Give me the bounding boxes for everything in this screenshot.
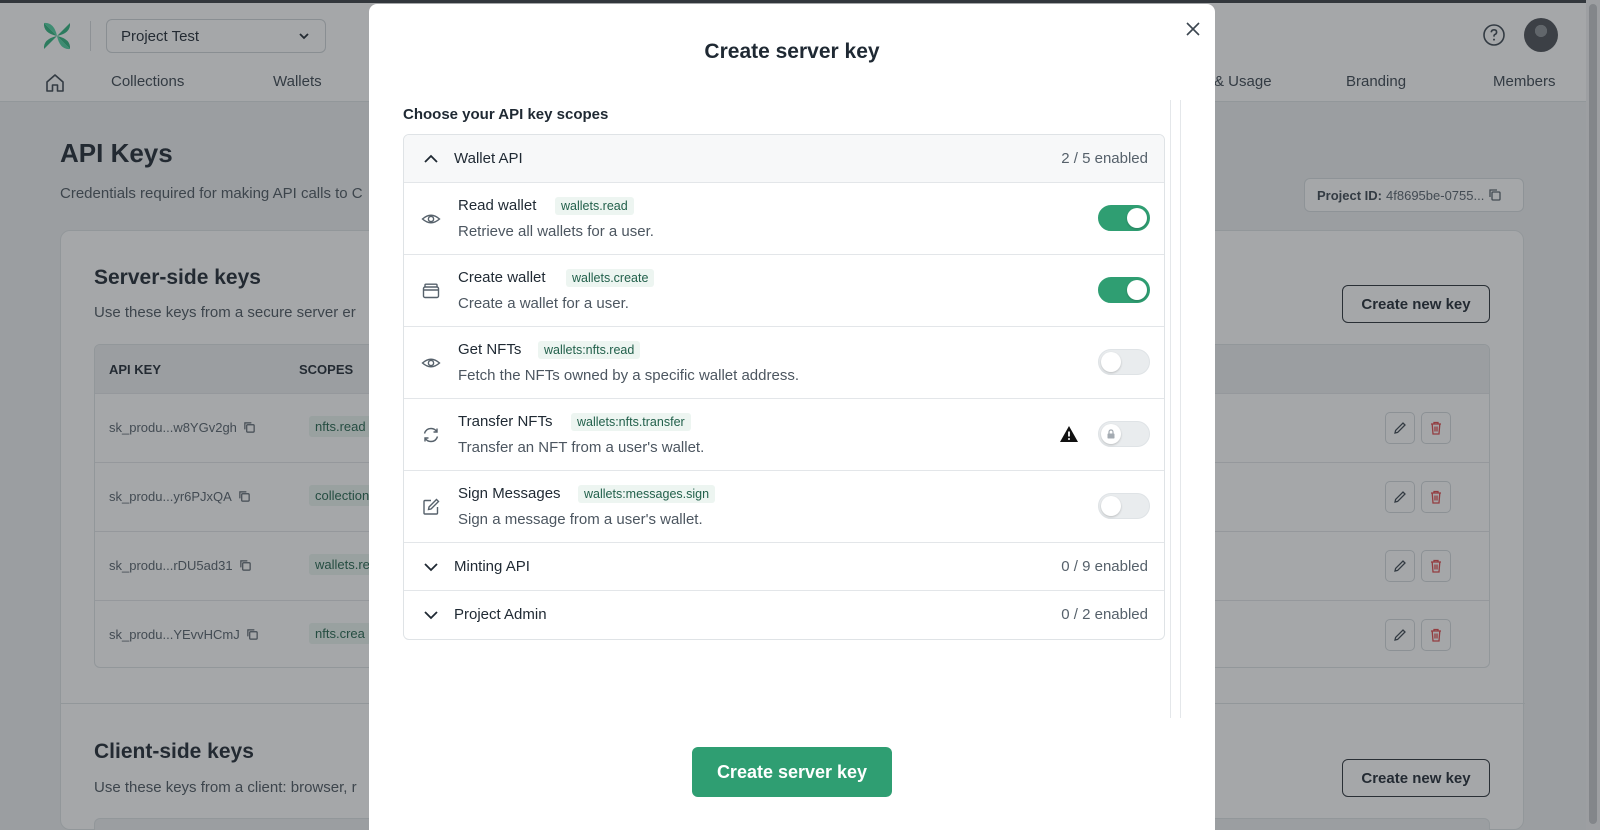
chevron-up-icon	[424, 154, 438, 163]
scope-code: wallets:nfts.read	[538, 341, 641, 359]
scopes-accordion: Wallet API 2 / 5 enabled Read wallet wal…	[403, 134, 1165, 640]
group-enabled-count: 0 / 2 enabled	[1061, 606, 1148, 623]
close-dialog-button[interactable]	[1182, 18, 1204, 40]
scope-toggle[interactable]	[1098, 349, 1150, 375]
toggle-knob	[1127, 280, 1147, 300]
create-server-key-dialog: Create server key Choose your API key sc…	[369, 4, 1215, 830]
scope-toggle[interactable]	[1098, 493, 1150, 519]
scope-description: Transfer an NFT from a user's wallet.	[458, 439, 705, 456]
toggle-knob	[1101, 352, 1121, 372]
refresh-icon	[423, 427, 439, 443]
scope-description: Retrieve all wallets for a user.	[458, 223, 654, 240]
toggle-knob	[1101, 496, 1121, 516]
accordion-project-admin[interactable]: Project Admin 0 / 2 enabled	[404, 591, 1164, 639]
scope-code: wallets:nfts.transfer	[571, 413, 691, 431]
scope-name: Read wallet	[458, 197, 537, 214]
scope-row-sign-messages: Sign Messages wallets:messages.sign Sign…	[404, 471, 1164, 543]
accordion-wallet-api[interactable]: Wallet API 2 / 5 enabled	[404, 135, 1164, 183]
scope-description: Fetch the NFTs owned by a specific walle…	[458, 367, 799, 384]
chevron-down-icon	[424, 563, 438, 572]
toggle-knob	[1101, 424, 1121, 444]
scope-code: wallets.create	[566, 269, 655, 287]
group-name: Minting API	[454, 558, 530, 575]
pen-icon	[423, 498, 440, 515]
scope-row-read-wallet: Read wallet wallets.read Retrieve all wa…	[404, 183, 1164, 255]
scope-description: Sign a message from a user's wallet.	[458, 511, 703, 528]
scope-row-transfer-nfts: Transfer NFTs wallets:nfts.transfer Tran…	[404, 399, 1164, 471]
group-name: Wallet API	[454, 150, 523, 167]
scope-code: wallets:messages.sign	[578, 485, 716, 503]
scope-name: Create wallet	[458, 269, 546, 286]
scopes-heading: Choose your API key scopes	[403, 106, 609, 123]
scope-code: wallets.read	[555, 197, 634, 215]
scope-name: Get NFTs	[458, 341, 522, 358]
dialog-title: Create server key	[704, 40, 880, 63]
close-icon	[1186, 22, 1200, 36]
scope-toggle-locked[interactable]	[1098, 421, 1150, 447]
chevron-down-icon	[424, 611, 438, 620]
scope-toggle[interactable]	[1098, 277, 1150, 303]
eye-icon	[421, 358, 441, 368]
lock-icon	[1107, 429, 1115, 439]
toggle-knob	[1127, 208, 1147, 228]
scope-name: Sign Messages	[458, 485, 561, 502]
scopes-panel: Choose your API key scopes Wallet API 2 …	[403, 100, 1181, 718]
warning-icon[interactable]	[1059, 424, 1079, 444]
group-name: Project Admin	[454, 606, 547, 623]
group-enabled-count: 2 / 5 enabled	[1061, 150, 1148, 167]
eye-icon	[421, 214, 441, 224]
scope-name: Transfer NFTs	[458, 413, 553, 430]
scope-toggle[interactable]	[1098, 205, 1150, 231]
scope-row-get-nfts: Get NFTs wallets:nfts.read Fetch the NFT…	[404, 327, 1164, 399]
create-server-key-submit-button[interactable]: Create server key	[692, 747, 892, 797]
scope-description: Create a wallet for a user.	[458, 295, 629, 312]
accordion-minting-api[interactable]: Minting API 0 / 9 enabled	[404, 543, 1164, 591]
wallet-icon	[422, 283, 440, 299]
scope-row-create-wallet: Create wallet wallets.create Create a wa…	[404, 255, 1164, 327]
group-enabled-count: 0 / 9 enabled	[1061, 558, 1148, 575]
